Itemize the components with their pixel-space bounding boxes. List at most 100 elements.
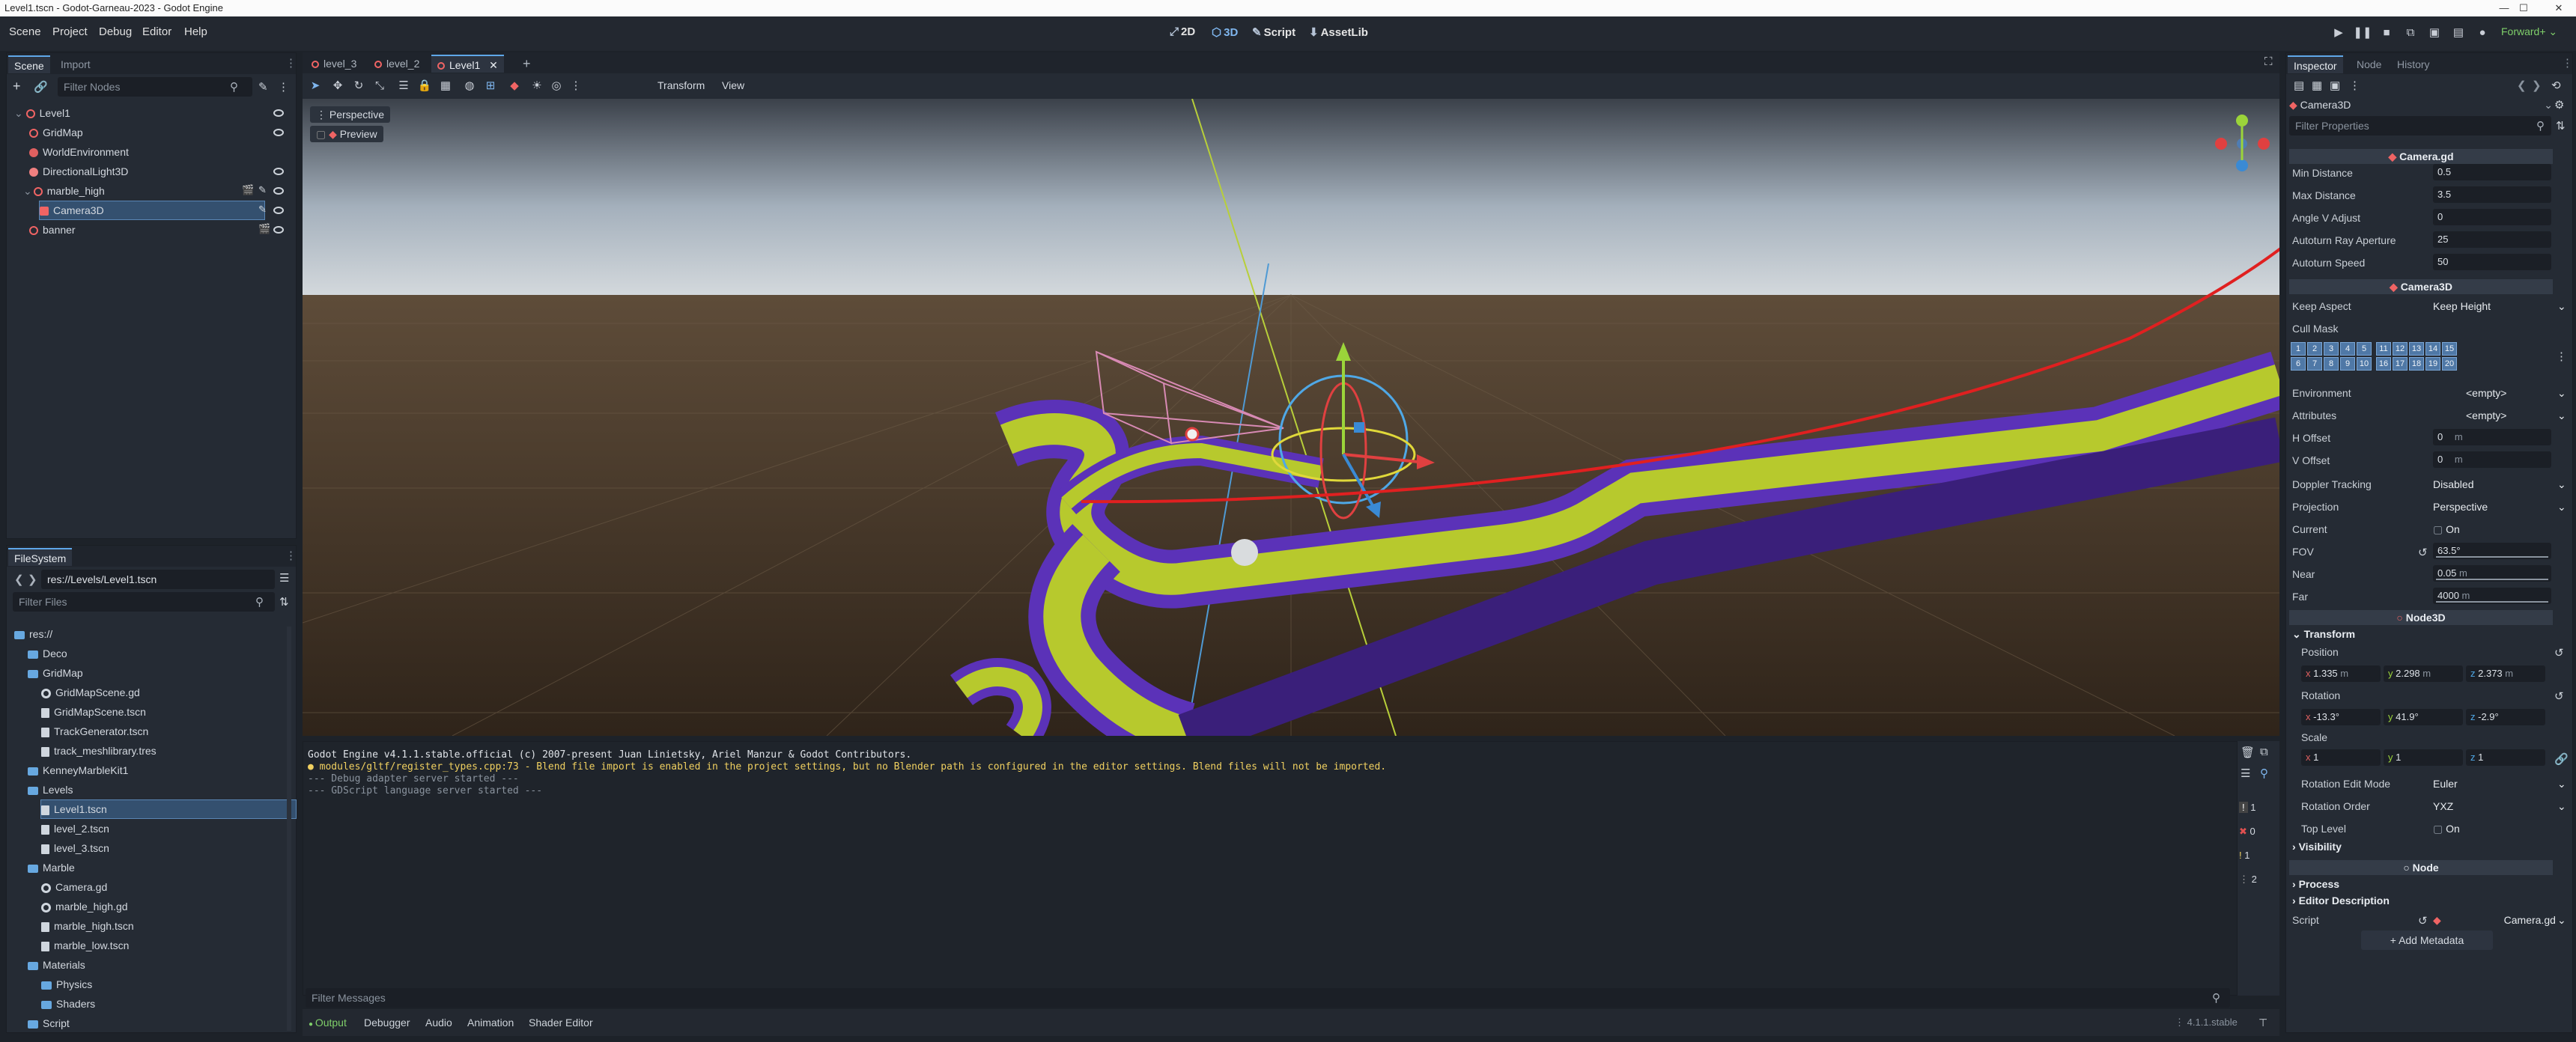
attributes-picker[interactable]: <empty> ⌄: [2466, 409, 2566, 421]
scene-tab-level-2[interactable]: level_2: [368, 55, 425, 73]
copy-icon[interactable]: ⧉: [2260, 746, 2268, 758]
error-count[interactable]: ✖ 0: [2239, 823, 2276, 840]
play-icon[interactable]: ▶: [2329, 23, 2348, 43]
tree-node-level1[interactable]: ⌄ Level1: [14, 104, 70, 122]
cull-mask-bit[interactable]: 17: [2393, 357, 2408, 371]
scene-menu-icon[interactable]: ⋮: [278, 80, 289, 94]
section-camera3d[interactable]: ◆ Camera3D: [2289, 279, 2553, 294]
clear-output-icon[interactable]: 🗑: [2241, 746, 2255, 759]
menu-scene[interactable]: Scene: [9, 25, 41, 38]
add-node-icon[interactable]: +: [13, 79, 21, 94]
filter-properties-input[interactable]: Filter Properties: [2289, 116, 2551, 135]
filesystem-file[interactable]: marble_high.gd: [41, 898, 128, 915]
scale-z-field[interactable]: z 1: [2466, 749, 2545, 766]
link-scale-icon[interactable]: 🔗: [2554, 752, 2569, 766]
expand-bottom-panel-icon[interactable]: ⊤: [2258, 1017, 2267, 1029]
tree-node-marble-high[interactable]: ⌄ marble_high: [23, 182, 105, 200]
history-back-icon[interactable]: ❮: [2517, 79, 2527, 92]
back-icon[interactable]: ❮: [14, 573, 24, 586]
filesystem-folder[interactable]: Script: [28, 1014, 70, 1032]
workspace-3d[interactable]: ⬡ 3D: [1212, 25, 1238, 39]
maximize-button[interactable]: ☐: [2506, 0, 2541, 16]
filesystem-file[interactable]: GridMapScene.tscn: [41, 703, 146, 721]
cull-mask-bit[interactable]: 7: [2307, 357, 2322, 371]
scale-tool-icon[interactable]: ⤡: [370, 76, 389, 96]
rotation-order-dropdown[interactable]: YXZ ⌄: [2433, 800, 2566, 812]
filesystem-file[interactable]: Camera.gd: [41, 878, 107, 896]
perspective-menu[interactable]: ⋮ Perspective: [310, 106, 391, 123]
rotation-z-slider[interactable]: z -2.9°: [2466, 709, 2545, 725]
path-field[interactable]: res://Levels/Level1.tscn: [41, 570, 275, 589]
filesystem-file[interactable]: level_3.tscn: [41, 839, 109, 857]
remote-debug-icon[interactable]: ⧉: [2401, 23, 2420, 43]
play-custom-scene-icon[interactable]: ▤: [2449, 23, 2468, 43]
environment-preview-icon[interactable]: ◎: [547, 76, 566, 96]
section-node3d[interactable]: ○ Node3D: [2289, 610, 2553, 625]
snap-icon[interactable]: ⊞: [481, 76, 500, 96]
filesystem-folder[interactable]: GridMap: [28, 664, 83, 682]
scrollbar[interactable]: [287, 627, 291, 1031]
filesystem-folder[interactable]: Marble: [28, 859, 75, 877]
editor-description-group[interactable]: › Editor Description: [2292, 895, 2390, 907]
position-x-field[interactable]: x 1.335 m: [2301, 665, 2381, 682]
menu-debug[interactable]: Debug: [99, 25, 132, 38]
filesystem-file[interactable]: GridMapScene.gd: [41, 683, 140, 701]
v-offset-field[interactable]: 0 m: [2433, 451, 2551, 468]
filesystem-folder[interactable]: res://: [14, 625, 52, 643]
transform-group[interactable]: ⌄ Transform: [2292, 628, 2355, 641]
tree-node-directionallight3d[interactable]: DirectionalLight3D: [29, 162, 128, 180]
near-slider[interactable]: 0.05 m: [2433, 565, 2551, 582]
cull-mask-bit[interactable]: 19: [2425, 357, 2440, 371]
filesystem-folder[interactable]: Deco: [28, 645, 67, 662]
cull-mask-bit[interactable]: 15: [2442, 342, 2457, 356]
filesystem-file[interactable]: track_meshlibrary.tres: [41, 742, 157, 760]
tab-animation[interactable]: Animation: [467, 1017, 514, 1029]
move-tool-icon[interactable]: ✥: [328, 76, 347, 96]
close-tab-icon[interactable]: ✕: [489, 59, 498, 71]
tab-audio[interactable]: Audio: [425, 1017, 452, 1029]
cull-mask-bit[interactable]: 10: [2357, 357, 2372, 371]
warning-count[interactable]: ! 1: [2239, 847, 2276, 864]
renderer-selector[interactable]: Forward+ ⌄: [2501, 25, 2557, 38]
script-property-field[interactable]: 0: [2433, 209, 2551, 225]
position-y-field[interactable]: y 2.298 m: [2384, 665, 2463, 682]
sort-icon[interactable]: ⇅: [2556, 119, 2566, 132]
tab-inspector[interactable]: Inspector: [2288, 55, 2343, 73]
object-history-icon[interactable]: ⟲: [2551, 79, 2561, 92]
visibility-eye-icon[interactable]: [273, 109, 284, 117]
script-property-field[interactable]: 3.5: [2433, 186, 2551, 203]
section-camera-gd[interactable]: ◆ Camera.gd: [2289, 149, 2553, 164]
menu-editor[interactable]: Editor: [142, 25, 171, 38]
split-mode-icon[interactable]: ☰: [279, 571, 289, 585]
visibility-eye-icon[interactable]: [273, 168, 284, 175]
save-resource-icon[interactable]: ▣: [2330, 79, 2340, 92]
forward-icon[interactable]: ❯: [28, 573, 37, 586]
tree-node-camera3d[interactable]: Camera3D: [39, 201, 265, 220]
tree-node-worldenvironment[interactable]: WorldEnvironment: [29, 143, 129, 161]
tab-debugger[interactable]: Debugger: [364, 1017, 410, 1029]
keep-aspect-dropdown[interactable]: Keep Height ⌄: [2433, 300, 2566, 312]
rotation-edit-mode-dropdown[interactable]: Euler ⌄: [2433, 778, 2566, 790]
message-count[interactable]: ! 1: [2239, 799, 2276, 816]
tab-scene[interactable]: Scene: [8, 55, 50, 73]
instance-scene-icon[interactable]: 🔗: [34, 80, 48, 94]
cull-mask-menu-icon[interactable]: ⋮: [2556, 350, 2567, 363]
script-picker[interactable]: ◆ Camera.gd ⌄: [2433, 914, 2566, 927]
camera-override-icon[interactable]: ◆: [505, 76, 524, 96]
editor-message-count[interactable]: ⋮ 2: [2239, 871, 2276, 888]
scene-tab-level1[interactable]: Level1 ✕: [431, 55, 504, 73]
add-scene-tab-button[interactable]: +: [517, 55, 537, 73]
lock-icon[interactable]: 🔒: [415, 76, 434, 96]
tab-node[interactable]: Node: [2351, 55, 2387, 73]
reset-icon[interactable]: ↺: [2554, 646, 2564, 659]
load-resource-icon[interactable]: ▦: [2312, 79, 2322, 92]
tab-shader-editor[interactable]: Shader Editor: [529, 1017, 593, 1029]
toggle-search-icon[interactable]: ☰: [2241, 767, 2250, 780]
cull-mask-bit[interactable]: 13: [2409, 342, 2424, 356]
tree-node-banner[interactable]: banner: [29, 221, 76, 239]
menu-help[interactable]: Help: [184, 25, 207, 38]
sun-preview-icon[interactable]: ☀: [527, 76, 547, 96]
reset-icon[interactable]: ↺: [2418, 914, 2428, 927]
filesystem-folder[interactable]: Levels: [28, 781, 73, 799]
view-menu[interactable]: View: [722, 79, 744, 91]
